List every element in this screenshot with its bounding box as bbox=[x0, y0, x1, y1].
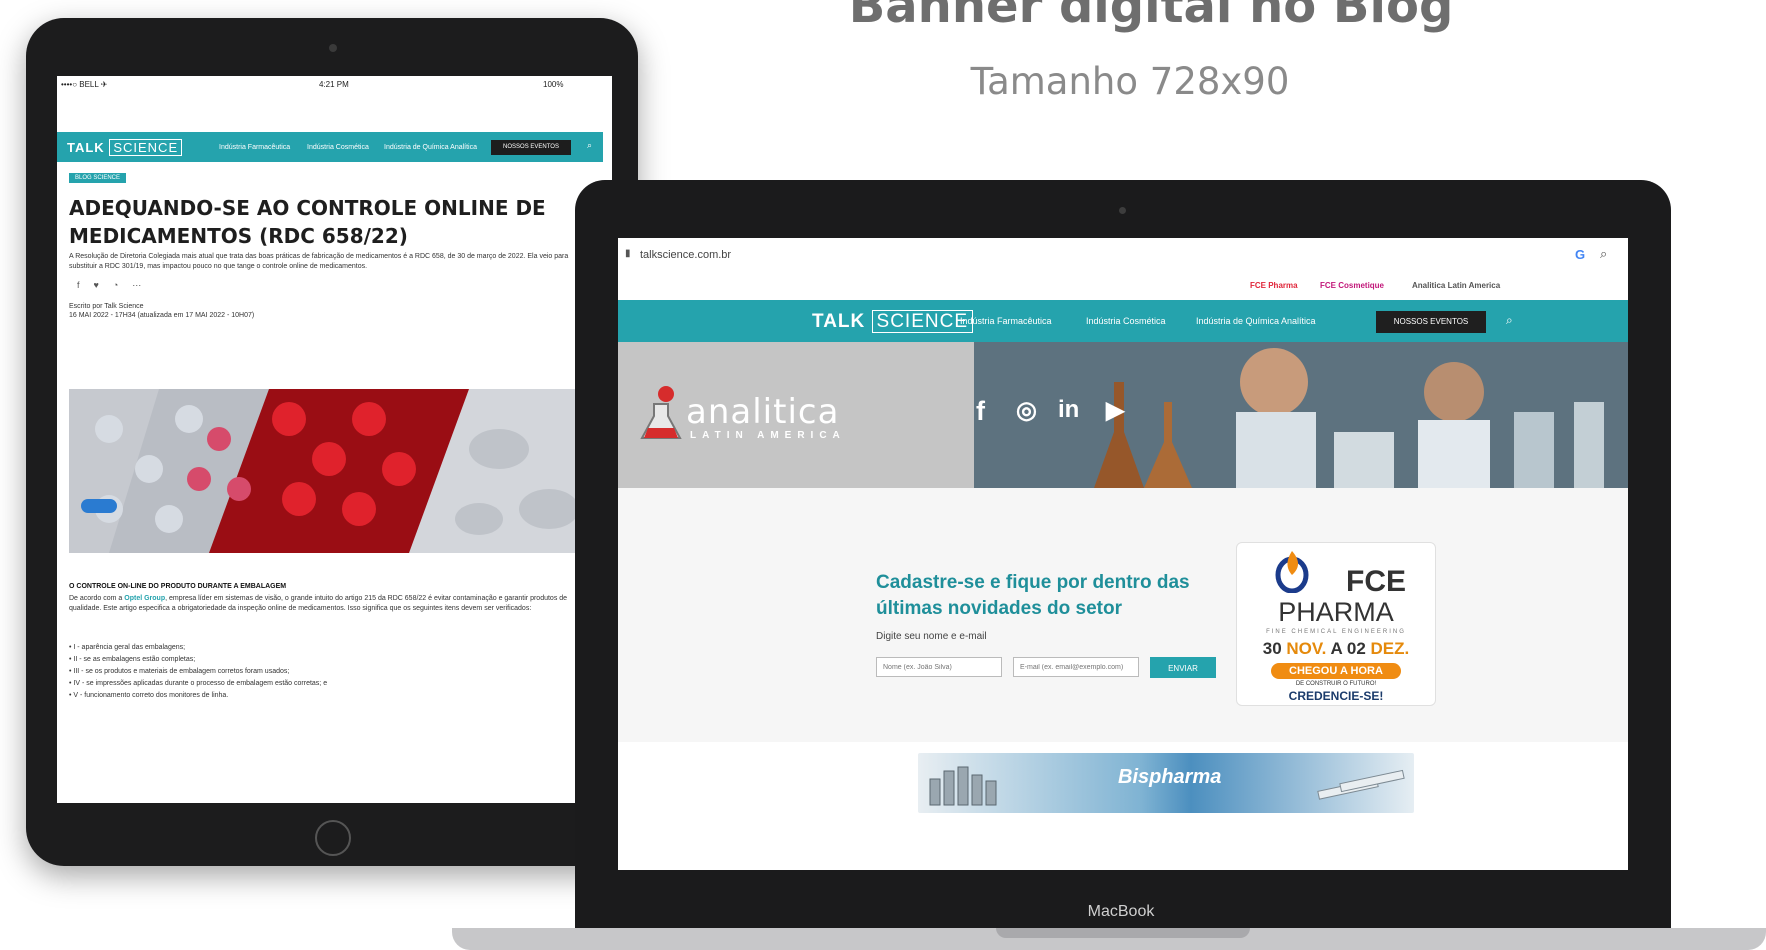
main-navbar: TALK SCIENCE Indústria Farmacêutica Indú… bbox=[618, 300, 1628, 342]
optel-link[interactable]: Optel Group bbox=[124, 595, 165, 602]
vials-icon bbox=[929, 766, 997, 806]
status-battery: 100% bbox=[543, 80, 564, 89]
analitica-logo[interactable]: analitica bbox=[686, 392, 839, 432]
tablet-home-button[interactable] bbox=[315, 820, 351, 856]
google-icon[interactable]: G bbox=[1575, 247, 1585, 262]
more-icon[interactable]: ⋯ bbox=[132, 280, 141, 290]
nav-link-pharma[interactable]: Indústria Farmacêutica bbox=[219, 144, 290, 151]
article-image bbox=[69, 389, 603, 553]
newsletter-label: Digite seu nome e e-mail bbox=[876, 631, 987, 642]
tablet-status-bar: ••••○ BELL ✈ 4:21 PM 100% bbox=[57, 76, 603, 92]
top-links-bar: FCE Pharma FCE Cosmetique Analitica Lati… bbox=[618, 272, 1628, 300]
nav-link-pharma[interactable]: Indústria Farmacêutica bbox=[960, 316, 1052, 326]
analitica-logo-sub: LATIN AMERICA bbox=[690, 430, 846, 441]
top-link-fce-cosmetique[interactable]: FCE Cosmetique bbox=[1320, 281, 1384, 290]
nav-link-cosmetic[interactable]: Indústria Cosmética bbox=[1086, 316, 1166, 326]
browser-address-bar[interactable]: ▮ talkscience.com.br G ⌕ bbox=[618, 238, 1628, 273]
browser-search-icon[interactable]: ⌕ bbox=[1600, 246, 1607, 262]
fce-subtext: DE CONSTRUIR O FUTURO! bbox=[1295, 681, 1377, 687]
lock-icon: ▮ bbox=[625, 248, 631, 259]
facebook-icon[interactable]: f bbox=[976, 396, 985, 427]
nav-link-analytic[interactable]: Indústria de Química Analítica bbox=[384, 144, 477, 151]
events-button[interactable]: NOSSOS EVENTOS bbox=[491, 140, 571, 155]
newsletter-section: Cadastre-se e fique por dentro das últim… bbox=[618, 488, 1628, 742]
top-link-fce-pharma[interactable]: FCE Pharma bbox=[1250, 281, 1298, 290]
youtube-icon[interactable]: ▶ bbox=[1106, 396, 1124, 425]
top-link-analitica[interactable]: Analitica Latin America bbox=[1412, 281, 1500, 290]
checklist-item: • II - se as embalagens estão completas; bbox=[69, 656, 196, 663]
section-body: De acordo com a Optel Group, empresa líd… bbox=[69, 595, 568, 612]
page-heading: Banner digital no Blog bbox=[848, 0, 1454, 34]
laptop-camera bbox=[1119, 207, 1126, 214]
article-dates: 16 MAI 2022 - 17H34 (atualizada em 17 MA… bbox=[69, 312, 255, 319]
submit-button[interactable]: ENVIAR bbox=[1150, 657, 1216, 678]
fce-name: FCE bbox=[1346, 565, 1406, 598]
laptop-screen: ▮ talkscience.com.br G ⌕ FCE Pharma FCE … bbox=[618, 238, 1628, 870]
events-button[interactable]: NOSSOS EVENTOS bbox=[1376, 311, 1486, 333]
tablet-screen: ••••○ BELL ✈ 4:21 PM 100% TALK SCIENCE I… bbox=[57, 76, 612, 803]
status-time: 4:21 PM bbox=[319, 80, 349, 89]
checklist-item: • III - se os produtos e materiais de em… bbox=[69, 668, 290, 675]
syringes-icon bbox=[1317, 769, 1405, 800]
macbook-label: MacBook bbox=[1087, 903, 1155, 920]
twitter-icon[interactable]: ♥ bbox=[94, 280, 99, 290]
section-title: O CONTROLE ON-LINE DO PRODUTO DURANTE A … bbox=[69, 583, 287, 590]
nav-link-analytic[interactable]: Indústria de Química Analítica bbox=[1196, 316, 1316, 326]
hero-brand-panel: analitica LATIN AMERICA bbox=[618, 342, 974, 488]
fce-dates: 30 NOV. A 02 DEZ. bbox=[1262, 639, 1410, 658]
article-title: ADEQUANDO-SE AO CONTROLE ONLINE DE MEDIC… bbox=[69, 196, 546, 248]
nav-link-cosmetic[interactable]: Indústria Cosmética bbox=[307, 144, 369, 151]
fce-pharma-text: PHARMA bbox=[1278, 597, 1394, 627]
checklist-item: • IV - se impressões aplicadas durante o… bbox=[69, 680, 328, 687]
share-bar: f ♥ ◔ ⋯ bbox=[77, 275, 155, 293]
fce-register-text[interactable]: CREDENCIE-SE! bbox=[1237, 689, 1435, 703]
fce-cta-badge[interactable]: CHEGOU A HORA bbox=[1271, 663, 1401, 679]
checklist-item: • V - funcionamento correto dos monitore… bbox=[69, 692, 229, 699]
tablet-navbar: TALK SCIENCE Indústria Farmacêutica Indú… bbox=[57, 132, 603, 162]
whatsapp-icon[interactable]: ◔ bbox=[113, 280, 118, 290]
page-subheading: Tamanho 728x90 bbox=[970, 60, 1290, 103]
name-input[interactable] bbox=[876, 657, 1002, 677]
checklist-item: • I - aparência geral das embalagens; bbox=[69, 644, 186, 651]
fce-pharma-ad[interactable]: FCE PHARMA FINE CHEMICAL ENGINEERING 30 … bbox=[1236, 542, 1436, 706]
fce-tagline: FINE CHEMICAL ENGINEERING bbox=[1266, 629, 1406, 635]
flask-icon bbox=[640, 386, 682, 439]
hero-banner: analitica LATIN AMERICA f ◎ in ▶ bbox=[618, 342, 1628, 488]
search-icon[interactable]: ⌕ bbox=[1506, 313, 1513, 328]
facebook-icon[interactable]: f bbox=[77, 280, 80, 290]
email-input[interactable] bbox=[1013, 657, 1139, 677]
site-logo[interactable]: TALK SCIENCE bbox=[67, 139, 183, 156]
url-text[interactable]: talkscience.com.br bbox=[640, 249, 731, 261]
blog-badge[interactable]: BLOG SCIENCE bbox=[69, 173, 127, 183]
bispharma-banner[interactable]: Bispharma bbox=[918, 753, 1414, 813]
article-intro: A Resolução de Diretoria Colegiada mais … bbox=[69, 253, 569, 270]
bispharma-logo: Bispharma bbox=[1118, 766, 1222, 788]
laptop-notch bbox=[996, 928, 1250, 938]
site-logo[interactable]: TALK SCIENCE bbox=[812, 310, 973, 333]
newsletter-title: Cadastre-se e fique por dentro das últim… bbox=[876, 572, 1190, 619]
instagram-icon[interactable]: ◎ bbox=[1016, 396, 1037, 425]
linkedin-icon[interactable]: in bbox=[1058, 396, 1079, 424]
tablet-camera bbox=[329, 44, 337, 52]
status-carrier: ••••○ BELL ✈ bbox=[61, 80, 108, 89]
search-icon[interactable]: ⌕ bbox=[587, 140, 592, 151]
